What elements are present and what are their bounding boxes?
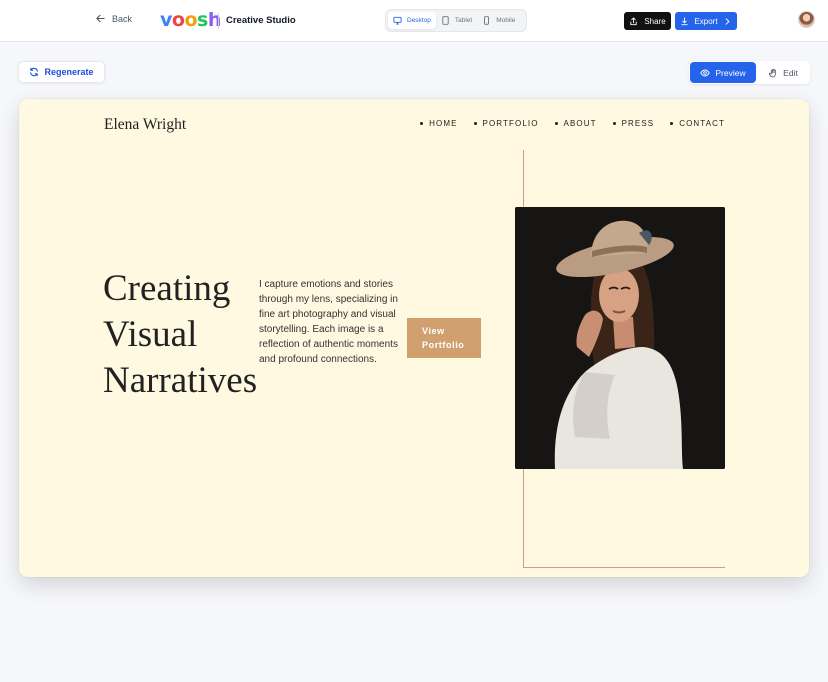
monitor-icon — [393, 16, 402, 25]
nav-item-home[interactable]: HOME — [420, 119, 457, 128]
share-label: Share — [644, 16, 666, 26]
device-mobile-label: Mobile — [496, 17, 516, 24]
nav-item-about[interactable]: ABOUT — [554, 119, 597, 128]
share-button[interactable]: Share — [624, 12, 671, 30]
nav-item-press[interactable]: PRESS — [612, 119, 655, 128]
headline-line: Narratives — [103, 360, 258, 401]
device-tablet-button[interactable]: Tablet — [436, 12, 477, 29]
view-portfolio-button[interactable]: View Portfolio — [407, 318, 481, 358]
export-button[interactable]: Export — [675, 12, 737, 30]
eye-icon — [700, 69, 711, 76]
back-button[interactable]: Back — [95, 13, 132, 24]
edit-label: Edit — [783, 67, 798, 78]
regenerate-label: Regenerate — [44, 67, 94, 77]
site-nav: HOME PORTFOLIO ABOUT PRESS CONTACT — [420, 119, 725, 128]
site-logo-name[interactable]: Elena Wright — [104, 116, 186, 134]
nav-label: HOME — [429, 119, 458, 128]
logo-letter: o — [184, 9, 198, 31]
website-preview: Elena Wright HOME PORTFOLIO ABOUT PRESS … — [19, 99, 809, 577]
headline-line: Creating — [103, 268, 231, 309]
preview-label: Preview — [715, 67, 746, 78]
cta-label-line: View — [422, 326, 445, 336]
logo-letter: v — [160, 9, 172, 31]
nav-label: ABOUT — [563, 119, 597, 128]
device-switcher: Desktop Tablet Mobile — [385, 9, 527, 32]
cta-label-line: Portfolio — [422, 340, 465, 350]
decorative-horizontal-line — [523, 567, 725, 568]
arrow-left-icon — [96, 14, 105, 23]
chevron-right-icon — [725, 17, 730, 25]
refresh-icon — [30, 67, 39, 77]
nav-bullet-icon — [612, 122, 616, 125]
nav-label: PRESS — [621, 119, 655, 128]
headline-line: Visual — [103, 314, 198, 355]
device-desktop-button[interactable]: Desktop — [388, 12, 436, 29]
hero-headline: Creating Visual Narratives — [103, 266, 257, 404]
logo-letter: s — [197, 9, 208, 31]
device-tablet-label: Tablet — [454, 17, 473, 24]
tablet-icon — [442, 16, 449, 25]
phone-icon — [484, 16, 490, 25]
hero-portrait-image — [515, 207, 725, 469]
device-desktop-label: Desktop — [407, 17, 431, 24]
voosh-logo[interactable]: voosh — [160, 9, 221, 31]
back-label: Back — [112, 13, 133, 24]
edit-button[interactable]: Edit — [756, 62, 810, 83]
download-icon — [681, 16, 689, 25]
portrait-illustration — [515, 207, 725, 469]
preview-button[interactable]: Preview — [690, 62, 756, 83]
logo-divider — [218, 13, 219, 29]
nav-item-contact[interactable]: CONTACT — [670, 119, 725, 128]
nav-bullet-icon — [473, 122, 477, 125]
nav-item-portfolio[interactable]: PORTFOLIO — [473, 119, 539, 128]
nav-label: CONTACT — [679, 119, 725, 128]
nav-bullet-icon — [670, 122, 674, 125]
logo-letter: o — [171, 9, 185, 31]
mode-switcher: Preview Edit — [689, 61, 810, 84]
hand-icon — [769, 68, 776, 77]
nav-label: PORTFOLIO — [482, 119, 539, 128]
top-bar: Back voosh Creative Studio Desktop Table… — [0, 0, 828, 42]
nav-bullet-icon — [554, 122, 558, 125]
hero-intro-text: I capture emotions and stories through m… — [259, 279, 398, 365]
export-label: Export — [694, 16, 718, 26]
app-title: Creative Studio — [226, 15, 296, 26]
share-icon — [630, 16, 637, 25]
regenerate-button[interactable]: Regenerate — [18, 61, 105, 83]
device-mobile-button[interactable]: Mobile — [477, 12, 520, 29]
nav-bullet-icon — [420, 122, 424, 125]
user-avatar[interactable] — [798, 11, 815, 28]
